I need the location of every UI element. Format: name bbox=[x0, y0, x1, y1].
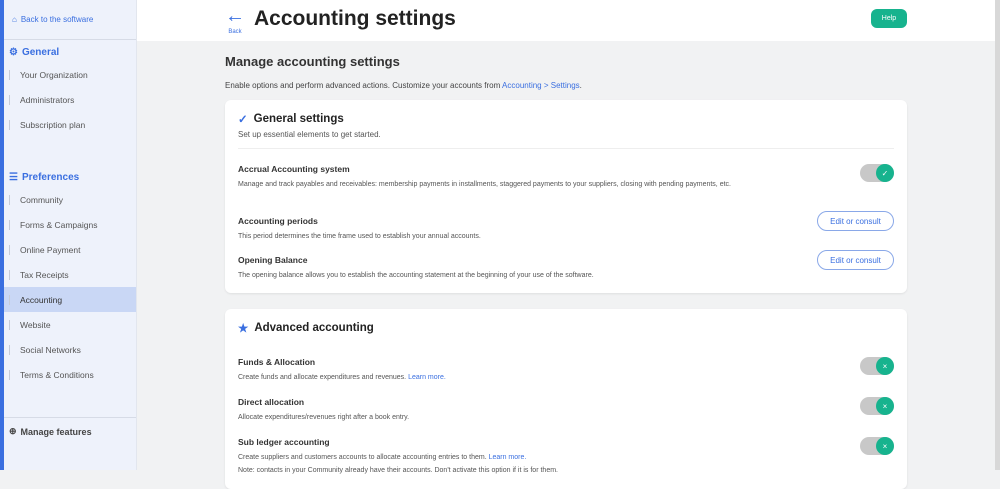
manage-features-button[interactable]: ⊕ Manage features bbox=[4, 417, 136, 445]
section-preferences: ☰ Preferences bbox=[4, 171, 136, 183]
note-text: Note: contacts in your Community already… bbox=[238, 467, 558, 474]
row-desc: This period determines the time frame us… bbox=[238, 233, 481, 240]
page-title: Accounting settings bbox=[254, 7, 456, 30]
row-desc: Allocate expenditures/revenues right aft… bbox=[238, 414, 410, 421]
section-general: ⚙ General bbox=[4, 46, 136, 58]
check-icon: ✓ bbox=[238, 114, 248, 126]
close-icon: × bbox=[876, 437, 894, 455]
list-icon: ☰ bbox=[9, 171, 18, 183]
learn-more-link[interactable]: Learn more. bbox=[489, 454, 527, 461]
sidebar-item-community[interactable]: Community bbox=[4, 187, 136, 212]
card-title: General settings bbox=[253, 113, 344, 125]
accounting-settings-link[interactable]: Accounting > Settings bbox=[502, 81, 580, 90]
back-to-software-link[interactable]: ⌂ Back to the software bbox=[4, 0, 136, 40]
row-desc: Manage and track payables and receivable… bbox=[238, 181, 731, 188]
card-subtitle: Set up essential elements to get started… bbox=[238, 130, 381, 139]
row-title: Opening Balance bbox=[238, 255, 308, 265]
card-title: Advanced accounting bbox=[254, 322, 374, 334]
intro-label: Enable options and perform advanced acti… bbox=[225, 81, 503, 90]
row-title: Accrual Accounting system bbox=[238, 164, 350, 174]
direct-allocation-toggle[interactable]: × bbox=[860, 397, 894, 415]
setting-row: Accounting periods This period determine… bbox=[238, 211, 894, 243]
advanced-accounting-card: ★ Advanced accounting Funds & Allocation … bbox=[225, 309, 907, 489]
row-desc: Create funds and allocate expenditures a… bbox=[238, 371, 738, 384]
row-desc: The opening balance allows you to establ… bbox=[238, 272, 594, 279]
manage-label: Manage features bbox=[20, 426, 92, 437]
section-label: General bbox=[21, 46, 60, 58]
divider bbox=[238, 148, 894, 149]
intro-text: Enable options and perform advanced acti… bbox=[225, 81, 582, 90]
setting-row: Direct allocation Allocate expenditures/… bbox=[238, 397, 894, 424]
sidebar-item-social-networks[interactable]: Social Networks bbox=[4, 337, 136, 362]
close-icon: × bbox=[876, 397, 894, 415]
scrollbar[interactable] bbox=[995, 0, 1000, 470]
sidebar-item-tax-receipts[interactable]: Tax Receipts bbox=[4, 262, 136, 287]
row-title: Direct allocation bbox=[238, 397, 305, 407]
general-settings-card: ✓ General settings Set up essential eleme… bbox=[225, 100, 907, 293]
row-title: Sub ledger accounting bbox=[238, 437, 330, 447]
sidebar: ⌂ Back to the software ⚙ General Your Orga… bbox=[0, 0, 137, 470]
sidebar-item-forms-campaigns[interactable]: Forms & Campaigns bbox=[4, 212, 136, 237]
setting-row: Opening Balance The opening balance allo… bbox=[238, 250, 894, 282]
plus-circle-icon: ⊕ bbox=[9, 426, 17, 436]
edit-periods-button[interactable]: Edit or consult bbox=[817, 211, 894, 231]
help-button[interactable]: Help bbox=[871, 9, 907, 28]
sidebar-item-online-payment[interactable]: Online Payment bbox=[4, 237, 136, 262]
setting-row: Accrual Accounting system Manage and tra… bbox=[238, 164, 894, 191]
funds-toggle[interactable]: × bbox=[860, 357, 894, 375]
section-label: Preferences bbox=[21, 171, 80, 183]
row-desc: Create suppliers and customers accounts … bbox=[238, 451, 838, 477]
sidebar-item-your-organization[interactable]: Your Organization bbox=[4, 62, 136, 87]
learn-more-link[interactable]: Learn more. bbox=[408, 374, 446, 381]
header: ← Back Accounting settings Help bbox=[137, 0, 995, 41]
intro-end: . bbox=[579, 81, 582, 90]
home-icon: ⌂ bbox=[12, 15, 17, 24]
section-heading: Manage accounting settings bbox=[225, 54, 400, 69]
back-button[interactable]: ← Back bbox=[225, 6, 245, 40]
desc-text: Create funds and allocate expenditures a… bbox=[238, 374, 409, 381]
row-title: Accounting periods bbox=[238, 216, 318, 226]
sidebar-item-accounting[interactable]: Accounting bbox=[4, 287, 136, 312]
desc-text: Create suppliers and customers accounts … bbox=[238, 454, 489, 461]
sub-ledger-toggle[interactable]: × bbox=[860, 437, 894, 455]
sidebar-item-website[interactable]: Website bbox=[4, 312, 136, 337]
check-icon: ✓ bbox=[876, 164, 894, 182]
star-icon: ★ bbox=[238, 323, 249, 335]
accrual-toggle[interactable]: ✓ bbox=[860, 164, 894, 182]
sidebar-item-subscription-plan[interactable]: Subscription plan bbox=[4, 112, 136, 137]
edit-opening-balance-button[interactable]: Edit or consult bbox=[817, 250, 894, 270]
sidebar-item-administrators[interactable]: Administrators bbox=[4, 87, 136, 112]
setting-row: Funds & Allocation Create funds and allo… bbox=[238, 357, 894, 384]
row-title: Funds & Allocation bbox=[238, 357, 316, 367]
setting-row: Sub ledger accounting Create suppliers a… bbox=[238, 437, 894, 477]
sidebar-item-terms-conditions[interactable]: Terms & Conditions bbox=[4, 362, 136, 387]
gear-icon: ⚙ bbox=[9, 46, 18, 58]
close-icon: × bbox=[876, 357, 894, 375]
back-label: Back to the software bbox=[20, 15, 94, 24]
